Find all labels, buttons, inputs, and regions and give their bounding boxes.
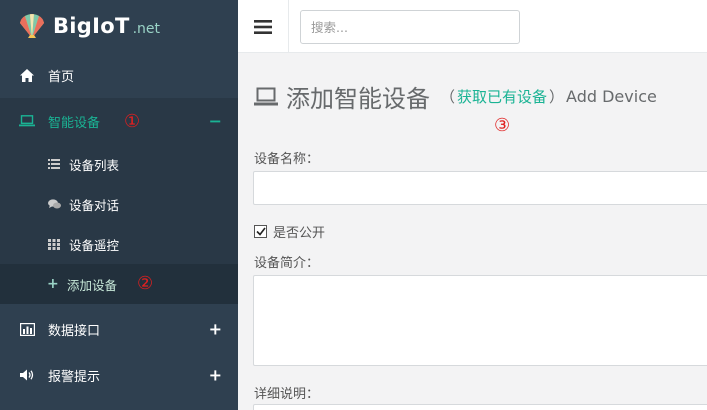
submenu-item-label: 添加设备 [67, 277, 118, 293]
submenu-item-label: 设备列表 [69, 157, 120, 173]
home-icon [19, 67, 35, 83]
device-name-label: 设备名称： [254, 152, 320, 167]
sidebar-item-data-api[interactable]: 数据接口 + [0, 306, 238, 352]
submenu-item-label: 设备遥控 [69, 237, 120, 253]
submenu-item-device-list[interactable]: 设备列表 [0, 144, 238, 184]
plus-icon: + [47, 276, 59, 292]
device-name-field[interactable] [253, 171, 707, 205]
submenu: 设备列表 设备对话 设备遥控 + 添加设备 ② [0, 144, 238, 304]
main-content: 添加智能设备 （ 获取已有设备 ） Add Device ③ 设备名称： 是否公… [238, 53, 707, 410]
device-intro-textarea[interactable] [253, 275, 707, 366]
top-navbar [238, 0, 707, 53]
brand[interactable]: BigIoT .net [0, 0, 238, 52]
hamburger-icon [254, 19, 272, 34]
sidebar-item-alarm[interactable]: 报警提示 + [0, 352, 238, 398]
volume-icon [19, 367, 35, 383]
page-title-text: 添加智能设备 [286, 85, 430, 113]
menu-toggle-button[interactable] [238, 0, 289, 53]
list-icon [47, 157, 61, 171]
collapse-sign[interactable]: − [209, 112, 222, 131]
sidebar-item-label: 智能设备 [48, 115, 101, 131]
page-title-en: Add Device [566, 87, 657, 106]
submenu-item-add-device[interactable]: + 添加设备 ② [0, 264, 238, 304]
sidebar: BigIoT .net 首页 智能设备 − ① 设备列表 设备对话 设备遥控 +… [0, 0, 238, 410]
sidebar-item-label: 报警提示 [48, 369, 101, 385]
get-existing-device-link[interactable]: 获取已有设备 [457, 86, 547, 107]
laptop-icon [19, 113, 35, 129]
public-checkbox-row[interactable]: 是否公开 [254, 222, 325, 241]
annotation-marker: ③ [494, 115, 511, 136]
expand-sign[interactable]: + [209, 320, 222, 339]
bar-chart-icon [19, 321, 35, 337]
grid-icon [47, 237, 61, 251]
annotation-marker: ② [137, 273, 154, 294]
comments-icon [47, 197, 61, 211]
device-intro-label: 设备简介： [254, 256, 320, 271]
expand-sign[interactable]: + [209, 366, 222, 385]
submenu-item-device-remote[interactable]: 设备遥控 [0, 224, 238, 264]
brand-name: BigIoT [53, 14, 130, 38]
sidebar-item-label: 首页 [48, 69, 75, 85]
paren-open: （ [440, 88, 456, 106]
checkmark-icon [255, 227, 266, 236]
sidebar-item-home[interactable]: 首页 [0, 52, 238, 98]
public-label: 是否公开 [273, 226, 326, 241]
shell-logo-icon [20, 14, 44, 39]
public-checkbox[interactable] [254, 225, 267, 238]
paren-close: ） [549, 88, 565, 106]
submenu-item-device-chat[interactable]: 设备对话 [0, 184, 238, 224]
laptop-icon [254, 87, 278, 105]
submenu-item-label: 设备对话 [69, 197, 120, 213]
page-title: 添加智能设备 （ 获取已有设备 ） Add Device [254, 79, 657, 114]
detail-description-field[interactable] [253, 404, 707, 410]
sidebar-item-label: 数据接口 [48, 323, 101, 339]
detail-description-label: 详细说明： [254, 387, 320, 402]
sidebar-item-smart-device[interactable]: 智能设备 − ① [0, 98, 238, 144]
annotation-marker: ① [124, 111, 141, 132]
search-input[interactable] [300, 10, 520, 44]
brand-suffix: .net [132, 20, 161, 37]
